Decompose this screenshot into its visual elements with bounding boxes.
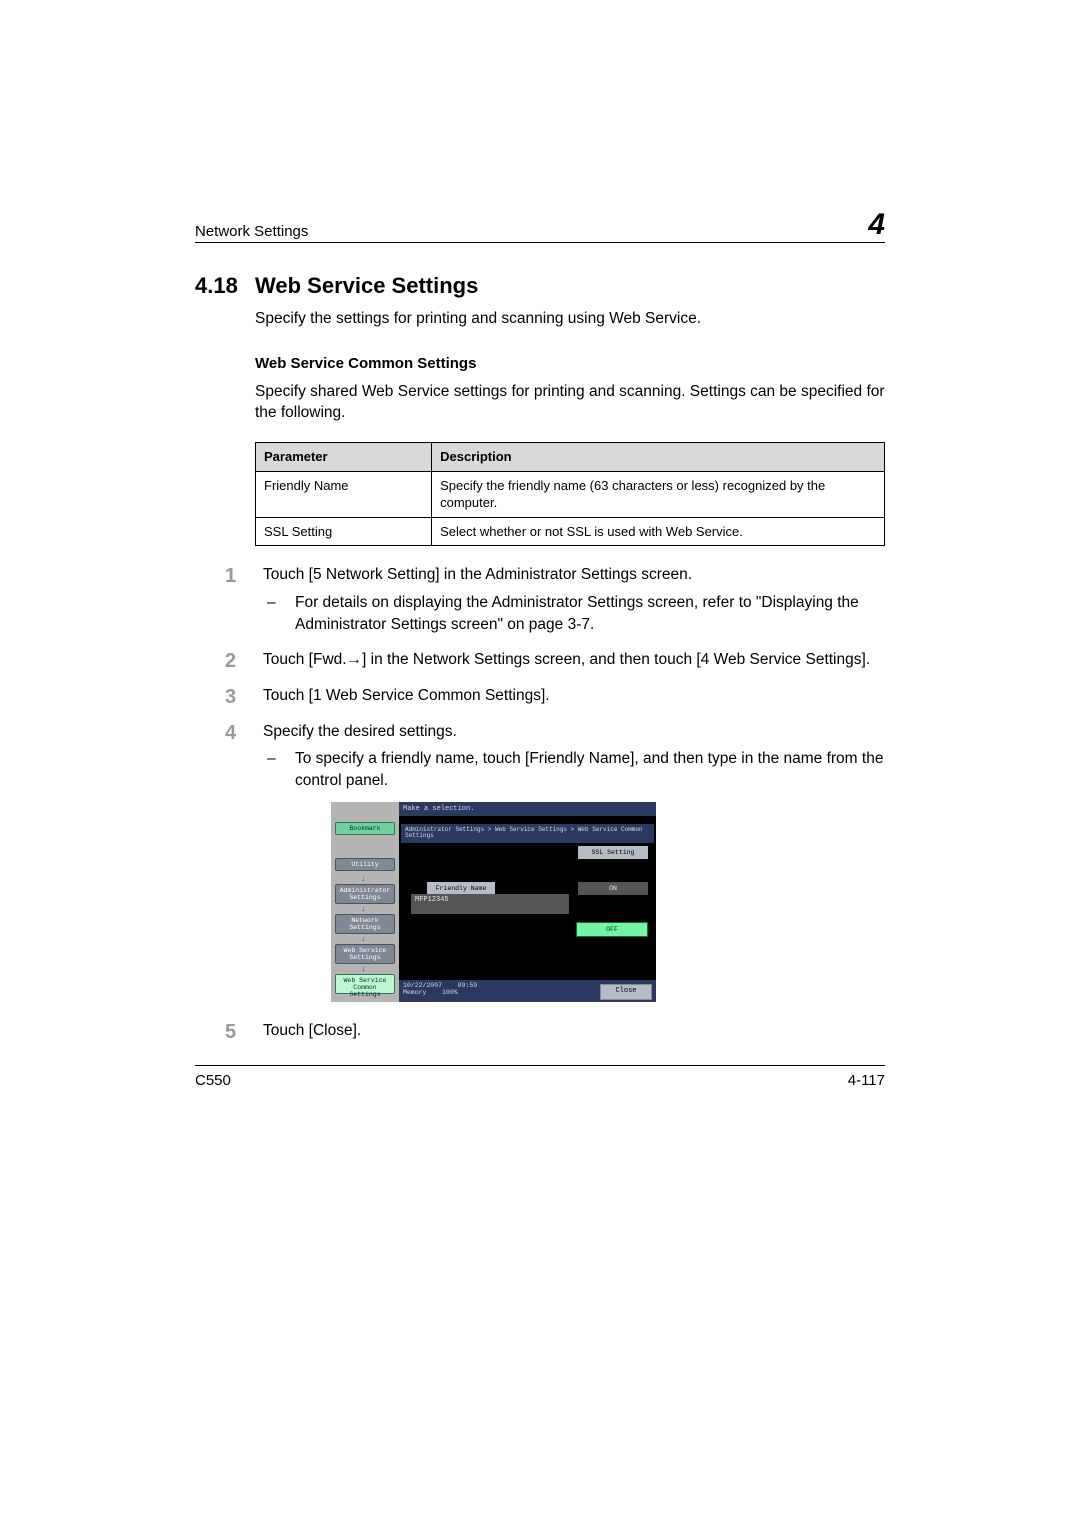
status-mem-label: Memory <box>403 989 426 996</box>
step-1: 1 Touch [5 Network Setting] in the Admin… <box>225 564 885 635</box>
step-text: Touch [1 Web Service Common Settings]. <box>263 687 550 704</box>
step-text: Touch [Fwd.→] in the Network Settings sc… <box>263 651 870 668</box>
device-screen: Bookmark Utility ↓ Administrator Setting… <box>331 802 656 1002</box>
cell-desc: Select whether or not SSL is used with W… <box>432 517 885 546</box>
ssl-setting-label: SSL Setting <box>578 846 648 859</box>
sub-heading: Web Service Common Settings <box>255 354 885 374</box>
admin-settings-button[interactable]: Administrator Settings <box>335 884 395 904</box>
section-title-text: Web Service Settings <box>255 273 478 298</box>
step-number: 3 <box>225 683 236 711</box>
status-time: 09:59 <box>458 982 478 989</box>
step-2: 2 Touch [Fwd.→] in the Network Settings … <box>225 649 885 671</box>
network-settings-button[interactable]: Network Settings <box>335 914 395 934</box>
step-number: 5 <box>225 1018 236 1046</box>
ssl-on-button[interactable]: ON <box>578 882 648 895</box>
cell-desc: Specify the friendly name (63 characters… <box>432 471 885 517</box>
step-number: 2 <box>225 647 236 675</box>
web-service-settings-button[interactable]: Web Service Settings <box>335 944 395 964</box>
status-mem-value: 100% <box>442 989 458 996</box>
section-intro: Specify the settings for printing and sc… <box>255 309 885 330</box>
footer-page-number: 4-117 <box>848 1072 885 1089</box>
device-breadcrumb: Administrator Settings > Web Service Set… <box>401 824 654 843</box>
step-subitem: To specify a friendly name, touch [Frien… <box>281 748 885 791</box>
step-text: Touch [5 Network Setting] in the Adminis… <box>263 566 692 583</box>
table-row: Friendly Name Specify the friendly name … <box>256 471 885 517</box>
page-header: Network Settings 4 <box>195 210 885 243</box>
web-service-common-settings-button[interactable]: Web Service Common Settings <box>335 974 395 994</box>
device-main-panel: Make a selection. Administrator Settings… <box>399 802 656 1002</box>
table-row: SSL Setting Select whether or not SSL is… <box>256 517 885 546</box>
cell-param: SSL Setting <box>256 517 432 546</box>
page-footer: C550 4-117 <box>195 1065 885 1089</box>
step-text: Specify the desired settings. <box>263 723 457 740</box>
status-date: 10/22/2007 <box>403 982 442 989</box>
th-parameter: Parameter <box>256 443 432 472</box>
section-title: 4.18Web Service Settings <box>195 273 885 299</box>
chapter-number: 4 <box>868 210 885 240</box>
close-button[interactable]: Close <box>600 984 652 1000</box>
step-subitem: For details on displaying the Administra… <box>281 592 885 635</box>
device-sidebar: Bookmark Utility ↓ Administrator Setting… <box>331 802 399 1002</box>
utility-button[interactable]: Utility <box>335 858 395 871</box>
param-table: Parameter Description Friendly Name Spec… <box>255 442 885 546</box>
step-4: 4 Specify the desired settings. To speci… <box>225 721 885 1002</box>
step-number: 4 <box>225 719 236 747</box>
header-section-name: Network Settings <box>195 223 308 240</box>
step-5: 5 Touch [Close]. <box>225 1020 885 1042</box>
param-table-wrap: Parameter Description Friendly Name Spec… <box>255 442 885 546</box>
bookmark-button[interactable]: Bookmark <box>335 822 395 835</box>
device-titlebar: Make a selection. <box>399 802 656 816</box>
steps-list: 1 Touch [5 Network Setting] in the Admin… <box>225 564 885 1041</box>
sub-intro: Specify shared Web Service settings for … <box>255 382 885 424</box>
embedded-screenshot: Bookmark Utility ↓ Administrator Setting… <box>331 802 885 1002</box>
step-text: Touch [Close]. <box>263 1022 361 1039</box>
footer-model: C550 <box>195 1072 231 1089</box>
cell-param: Friendly Name <box>256 471 432 517</box>
step-3: 3 Touch [1 Web Service Common Settings]. <box>225 685 885 707</box>
ssl-off-button[interactable]: OFF <box>576 922 648 937</box>
manual-page: Network Settings 4 4.18Web Service Setti… <box>195 210 885 1055</box>
friendly-name-value[interactable]: MFP12345 <box>411 894 569 914</box>
section-number: 4.18 <box>195 273 255 299</box>
step-number: 1 <box>225 562 236 590</box>
th-description: Description <box>432 443 885 472</box>
